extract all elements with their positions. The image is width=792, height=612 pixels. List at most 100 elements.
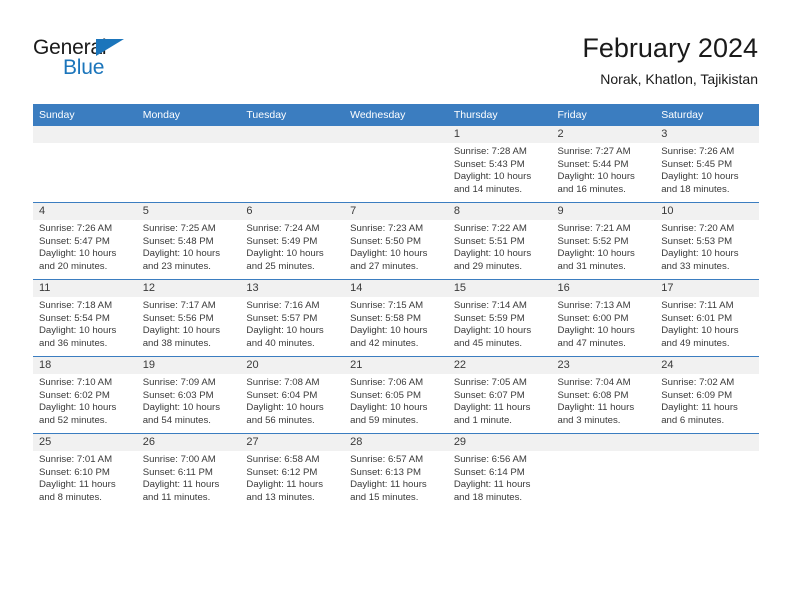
daylight-text-line1: Daylight: 10 hours: [557, 171, 635, 183]
daylight-text-line1: Daylight: 11 hours: [453, 402, 531, 414]
calendar-day-cell[interactable]: 10 Sunrise: 7:20 AM Sunset: 5:53 PM Dayligh…: [655, 202, 759, 280]
sunrise-text: Sunrise: 7:09 AM: [142, 377, 216, 388]
sunset-text: Sunset: 5:45 PM: [661, 158, 733, 170]
daylight-text-line2: and 3 minutes.: [557, 414, 621, 426]
calendar-day-cell[interactable]: 4 Sunrise: 7:26 AM Sunset: 5:47 PM Daylight…: [33, 202, 137, 280]
daylight-text-line2: and 27 minutes.: [350, 260, 419, 272]
day-number: 9: [551, 203, 656, 220]
title-block: February 2024 Norak, Khatlon, Tajikistan: [582, 32, 758, 88]
daylight-text-line2: and 31 minutes.: [557, 260, 626, 272]
sunrise-text: Sunrise: 7:22 AM: [453, 223, 527, 234]
daylight-text-line1: Daylight: 10 hours: [142, 325, 221, 337]
sunset-text: Sunset: 5:47 PM: [39, 235, 110, 247]
calendar-day-cell[interactable]: 27 Sunrise: 6:58 AM Sunset: 6:12 PM Dayligh…: [240, 433, 345, 510]
sunset-text: Sunset: 6:10 PM: [39, 466, 110, 478]
day-details: Sunrise: 7:05 AM Sunset: 6:07 PM Daylight:…: [448, 374, 552, 427]
calendar-day-cell[interactable]: 29 Sunrise: 6:56 AM Sunset: 6:14 PM Dayligh…: [447, 433, 552, 510]
calendar-day-cell[interactable]: 19 Sunrise: 7:09 AM Sunset: 6:03 PM Dayligh…: [136, 356, 241, 434]
day-number: 21: [344, 357, 448, 374]
sunset-text: Sunset: 6:14 PM: [453, 466, 525, 478]
generalblue-logo[interactable]: General Blue: [33, 36, 163, 82]
daylight-text-line2: and 36 minutes.: [39, 337, 108, 349]
sunset-text: Sunset: 5:44 PM: [557, 158, 629, 170]
calendar-page: General Blue February 2024 Norak, Khatlo…: [0, 0, 792, 612]
day-number: 19: [136, 357, 241, 374]
day-details: Sunrise: 7:13 AM Sunset: 6:00 PM Daylight:…: [552, 297, 656, 350]
calendar-day-cell[interactable]: 15 Sunrise: 7:14 AM Sunset: 5:59 PM Dayligh…: [447, 279, 552, 357]
day-number: 14: [344, 280, 448, 297]
daylight-text-line1: Daylight: 10 hours: [39, 325, 117, 337]
sunset-text: Sunset: 6:00 PM: [557, 312, 629, 324]
calendar-day-cell-empty: [136, 126, 241, 203]
calendar-day-cell[interactable]: 7 Sunrise: 7:23 AM Sunset: 5:50 PM Daylight…: [344, 202, 448, 280]
calendar-day-cell[interactable]: 8 Sunrise: 7:22 AM Sunset: 5:51 PM Daylight…: [447, 202, 552, 280]
sunset-text: Sunset: 6:01 PM: [661, 312, 733, 324]
day-details: Sunrise: 6:56 AM Sunset: 6:14 PM Daylight:…: [448, 451, 552, 504]
calendar-day-cell[interactable]: 20 Sunrise: 7:08 AM Sunset: 6:04 PM Dayligh…: [240, 356, 345, 434]
day-details: Sunrise: 7:21 AM Sunset: 5:52 PM Daylight:…: [552, 220, 656, 273]
sunrise-text: Sunrise: 7:25 AM: [142, 223, 216, 234]
day-details: Sunrise: 6:57 AM Sunset: 6:13 PM Daylight:…: [344, 451, 448, 504]
daylight-text-line1: Daylight: 11 hours: [142, 479, 220, 491]
daylight-text-line1: Daylight: 10 hours: [661, 171, 739, 183]
calendar-day-cell[interactable]: 11 Sunrise: 7:18 AM Sunset: 5:54 PM Dayligh…: [33, 279, 137, 357]
calendar-day-cell[interactable]: 23 Sunrise: 7:04 AM Sunset: 6:08 PM Dayligh…: [551, 356, 656, 434]
sunrise-text: Sunrise: 7:20 AM: [661, 223, 735, 234]
day-number: 13: [240, 280, 345, 297]
daylight-text-line1: Daylight: 10 hours: [557, 325, 635, 337]
sunrise-text: Sunrise: 7:15 AM: [350, 300, 424, 311]
calendar-day-cell[interactable]: 2 Sunrise: 7:27 AM Sunset: 5:44 PM Daylight…: [551, 126, 656, 203]
calendar-day-cell[interactable]: 13 Sunrise: 7:16 AM Sunset: 5:57 PM Dayligh…: [240, 279, 345, 357]
weekday-header-row: Sunday Monday Tuesday Wednesday Thursday…: [33, 104, 759, 126]
day-number: 12: [136, 280, 241, 297]
day-number: 16: [551, 280, 656, 297]
day-number: 24: [655, 357, 759, 374]
daylight-text-line2: and 56 minutes.: [246, 414, 315, 426]
daylight-text-line2: and 18 minutes.: [453, 491, 523, 503]
daylight-text-line1: Daylight: 10 hours: [453, 171, 532, 183]
calendar-day-cell[interactable]: 6 Sunrise: 7:24 AM Sunset: 5:49 PM Daylight…: [240, 202, 345, 280]
calendar-day-cell[interactable]: 25 Sunrise: 7:01 AM Sunset: 6:10 PM Dayligh…: [33, 433, 137, 510]
daylight-text-line1: Daylight: 11 hours: [350, 479, 427, 491]
calendar-day-cell[interactable]: 3 Sunrise: 7:26 AM Sunset: 5:45 PM Daylight…: [655, 126, 759, 203]
calendar-day-cell[interactable]: 18 Sunrise: 7:10 AM Sunset: 6:02 PM Dayligh…: [33, 356, 137, 434]
calendar-day-cell[interactable]: 14 Sunrise: 7:15 AM Sunset: 5:58 PM Dayligh…: [344, 279, 448, 357]
calendar-day-cell[interactable]: 9 Sunrise: 7:21 AM Sunset: 5:52 PM Daylight…: [551, 202, 656, 280]
sunrise-text: Sunrise: 7:23 AM: [350, 223, 424, 234]
sunset-text: Sunset: 6:08 PM: [557, 389, 629, 401]
calendar-day-cell[interactable]: 28 Sunrise: 6:57 AM Sunset: 6:13 PM Dayligh…: [344, 433, 448, 510]
sunset-text: Sunset: 6:09 PM: [661, 389, 733, 401]
sunset-text: Sunset: 5:50 PM: [350, 235, 422, 247]
day-number: 8: [447, 203, 552, 220]
daylight-text-line2: and 14 minutes.: [453, 183, 523, 195]
day-number: 29: [447, 434, 552, 451]
calendar-day-cell[interactable]: 21 Sunrise: 7:06 AM Sunset: 6:05 PM Dayligh…: [344, 356, 448, 434]
calendar-day-cell[interactable]: 26 Sunrise: 7:00 AM Sunset: 6:11 PM Dayligh…: [136, 433, 241, 510]
daylight-text-line2: and 8 minutes.: [39, 491, 102, 503]
calendar-day-cell[interactable]: 16 Sunrise: 7:13 AM Sunset: 6:00 PM Dayligh…: [551, 279, 656, 357]
logo-text-blue: Blue: [63, 56, 105, 79]
daylight-text-line2: and 38 minutes.: [142, 337, 211, 349]
calendar-day-cell[interactable]: 1 Sunrise: 7:28 AM Sunset: 5:43 PM Daylight…: [447, 126, 552, 203]
sunrise-text: Sunrise: 7:17 AM: [142, 300, 216, 311]
calendar-day-cell[interactable]: 24 Sunrise: 7:02 AM Sunset: 6:09 PM Dayligh…: [655, 356, 759, 434]
calendar-day-cell[interactable]: 5 Sunrise: 7:25 AM Sunset: 5:48 PM Daylight…: [136, 202, 241, 280]
calendar-week-row: 25 Sunrise: 7:01 AM Sunset: 6:10 PM Dayligh…: [33, 433, 759, 510]
day-number: 27: [240, 434, 345, 451]
calendar-day-cell[interactable]: 22 Sunrise: 7:05 AM Sunset: 6:07 PM Dayligh…: [447, 356, 552, 434]
sunset-text: Sunset: 6:13 PM: [350, 466, 422, 478]
calendar-day-cell[interactable]: 17 Sunrise: 7:11 AM Sunset: 6:01 PM Dayligh…: [655, 279, 759, 357]
sunset-text: Sunset: 5:49 PM: [246, 235, 318, 247]
day-number: [33, 126, 137, 143]
daylight-text-line2: and 54 minutes.: [142, 414, 211, 426]
day-number: 26: [136, 434, 241, 451]
day-number: 22: [447, 357, 552, 374]
sunrise-text: Sunrise: 7:00 AM: [142, 454, 216, 465]
day-details: Sunrise: 7:10 AM Sunset: 6:02 PM Daylight:…: [33, 374, 137, 427]
calendar-day-cell[interactable]: 12 Sunrise: 7:17 AM Sunset: 5:56 PM Dayligh…: [136, 279, 241, 357]
sunset-text: Sunset: 5:59 PM: [453, 312, 525, 324]
day-details: Sunrise: 7:24 AM Sunset: 5:49 PM Daylight:…: [240, 220, 344, 273]
calendar-day-cell-empty: [33, 126, 137, 203]
day-number: 1: [447, 126, 552, 143]
weekday-header-monday: Monday: [136, 104, 241, 126]
